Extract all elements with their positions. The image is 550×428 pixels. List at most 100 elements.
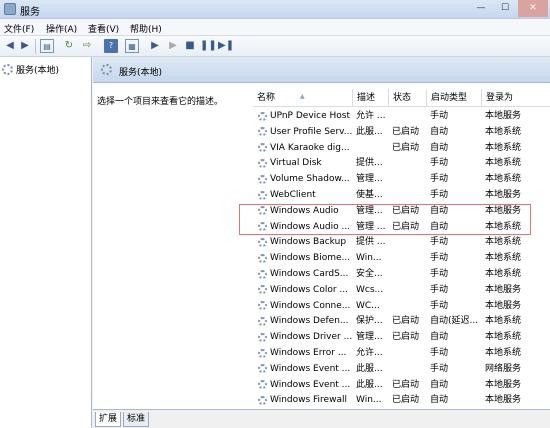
- start-service-disabled-icon: ▶: [169, 40, 177, 51]
- service-startup-cell: 手动: [430, 269, 449, 279]
- gear-icon: [2, 64, 13, 75]
- table-row[interactable]: Windows CardS... 安全... 手动 本地系统: [253, 266, 550, 282]
- service-name-cell: Windows Event ...: [258, 377, 353, 393]
- tab-bar: 扩展 标准: [93, 409, 550, 428]
- gear-icon: [258, 237, 267, 247]
- back-arrow-icon[interactable]: ◀: [3, 39, 17, 53]
- service-logon-cell: 本地系统: [485, 142, 522, 153]
- help-icon[interactable]: ?: [104, 39, 118, 53]
- service-status-cell: 已启动: [392, 379, 420, 390]
- table-row[interactable]: User Profile Serv... 此服... 已启动 自动 本地系统: [253, 124, 550, 140]
- service-startup-cell: 手动: [430, 237, 449, 248]
- console-tree-pane: 服务(本地): [0, 57, 92, 428]
- service-startup-cell: 自动: [430, 332, 449, 343]
- service-status-cell: [392, 171, 428, 187]
- column-header-name[interactable]: 名称 ▲: [253, 89, 353, 107]
- table-row[interactable]: Windows Event ... 此服... 手动 网络服务: [253, 361, 550, 377]
- service-description-cell: 此服...: [356, 379, 383, 390]
- service-startup-cell: 自动: [430, 379, 449, 390]
- service-description-cell: Win...: [356, 253, 382, 264]
- service-startup-cell: 自动(延迟...: [430, 316, 479, 327]
- table-row[interactable]: Windows Defen... 保护... 已启动 自动(延迟... 本地系统: [253, 313, 550, 329]
- service-name-cell: UPnP Device Host: [258, 108, 353, 124]
- title-bar: 服务 — ☐ ✕: [0, 0, 550, 19]
- service-startup-cell: 自动: [430, 142, 449, 153]
- close-button[interactable]: ✕: [518, 0, 548, 17]
- service-logon-cell: 本地服务: [485, 395, 522, 406]
- service-startup-cell: 手动: [430, 190, 449, 200]
- pause-service-icon[interactable]: ❚❚: [200, 39, 217, 53]
- service-startup-cell: 手动: [430, 111, 449, 121]
- gear-icon: [258, 174, 267, 184]
- pane-header: 服务(本地): [93, 57, 550, 83]
- gear-icon: [258, 127, 267, 137]
- table-row[interactable]: Windows Conne... WC... 手动 本地服务: [253, 298, 550, 314]
- tree-item-local-services[interactable]: 服务(本地): [2, 63, 59, 76]
- service-status-cell: [392, 282, 428, 298]
- table-row[interactable]: Virtual Disk 提供... 手动 本地系统: [253, 155, 550, 171]
- service-logon-cell: 本地服务: [485, 111, 522, 121]
- service-name-cell: Windows CardS...: [258, 266, 353, 282]
- table-row[interactable]: Windows Biome... Win... 手动 本地系统: [253, 250, 550, 266]
- table-row[interactable]: Volume Shadow... 管理... 手动 本地系统: [253, 171, 550, 187]
- highlight-box: [239, 204, 531, 235]
- console-tree-icon[interactable]: ▤: [40, 39, 54, 53]
- table-row[interactable]: Windows Color ... Wcs... 手动 本地服务: [253, 282, 550, 298]
- service-name-cell: Windows Firewall: [258, 392, 353, 408]
- service-logon-cell: 网络服务: [485, 363, 522, 374]
- gear-icon: [258, 348, 267, 358]
- service-name-cell: Windows Conne...: [258, 298, 353, 314]
- service-status-cell: 已启动: [392, 332, 420, 343]
- column-header-logon[interactable]: 登录为: [482, 89, 550, 107]
- gear-icon: [258, 380, 267, 390]
- gear-icon: [258, 301, 267, 311]
- service-name-cell: Windows Defen...: [258, 313, 353, 329]
- service-status-cell: [392, 155, 428, 171]
- minimize-button[interactable]: —: [470, 0, 492, 17]
- column-header-status[interactable]: 状态: [389, 89, 427, 107]
- service-logon-cell: 本地系统: [485, 348, 522, 358]
- maximize-button[interactable]: ☐: [494, 0, 516, 17]
- table-row[interactable]: Windows Driver ... 管理... 已启动 自动 本地系统: [253, 329, 550, 345]
- service-logon-cell: 本地系统: [485, 316, 522, 327]
- menu-view[interactable]: 查看(V): [88, 22, 119, 35]
- service-description-cell: 提供...: [356, 158, 383, 169]
- service-description-cell: [356, 140, 391, 156]
- restart-service-icon[interactable]: ▶❚: [218, 39, 234, 53]
- tab-extended[interactable]: 扩展: [95, 412, 122, 427]
- start-service-icon[interactable]: ▶: [148, 39, 162, 53]
- menu-bar: 文件(F) 操作(A) 查看(V) 帮助(H): [0, 19, 550, 36]
- gear-icon: [258, 190, 267, 200]
- properties-icon[interactable]: ▦: [125, 39, 139, 53]
- service-status-cell: [392, 187, 428, 203]
- table-row[interactable]: Windows Firewall Win... 已启动 自动 本地服务: [253, 392, 550, 408]
- service-name-cell: User Profile Serv...: [258, 124, 353, 140]
- table-row[interactable]: Windows Error ... 允许... 手动 本地系统: [253, 345, 550, 361]
- service-status-cell: [392, 108, 428, 124]
- service-startup-cell: 手动: [430, 284, 449, 295]
- table-row[interactable]: VIA Karaoke dig... 已启动 自动 本地系统: [253, 140, 550, 156]
- menu-action[interactable]: 操作(A): [46, 22, 77, 35]
- stop-service-icon[interactable]: ■: [183, 39, 197, 53]
- service-status-cell: 已启动: [392, 142, 420, 153]
- service-name-cell: Windows Biome...: [258, 250, 353, 266]
- service-status-cell: 已启动: [392, 395, 420, 406]
- menu-file[interactable]: 文件(F): [4, 22, 34, 35]
- tab-standard[interactable]: 标准: [123, 412, 150, 427]
- export-list-icon[interactable]: ⇨: [80, 39, 94, 53]
- service-name-cell: WebClient: [258, 187, 353, 203]
- service-description-cell: 此服...: [356, 363, 383, 374]
- table-row[interactable]: UPnP Device Host 允许 ... 手动 本地服务: [253, 108, 550, 124]
- details-pane: 选择一个项目来查看它的描述。 名称 ▲ 描述 状态 启动类型 登录为 UPnP …: [93, 83, 550, 409]
- table-row[interactable]: Windows Event ... 此服... 已启动 自动 本地服务: [253, 377, 550, 393]
- column-header-description[interactable]: 描述: [353, 89, 389, 107]
- refresh-icon[interactable]: ↻: [62, 39, 76, 53]
- forward-arrow-icon[interactable]: ▶: [18, 39, 32, 53]
- service-startup-cell: 手动: [430, 363, 449, 374]
- service-name-cell: Volume Shadow...: [258, 171, 353, 187]
- menu-help[interactable]: 帮助(H): [130, 22, 162, 35]
- service-logon-cell: 本地服务: [485, 379, 522, 390]
- table-row[interactable]: Windows Backup 提供 ... 手动 本地系统: [253, 234, 550, 250]
- column-header-startup-type[interactable]: 启动类型: [427, 89, 482, 107]
- table-row[interactable]: WebClient 使基... 手动 本地服务: [253, 187, 550, 203]
